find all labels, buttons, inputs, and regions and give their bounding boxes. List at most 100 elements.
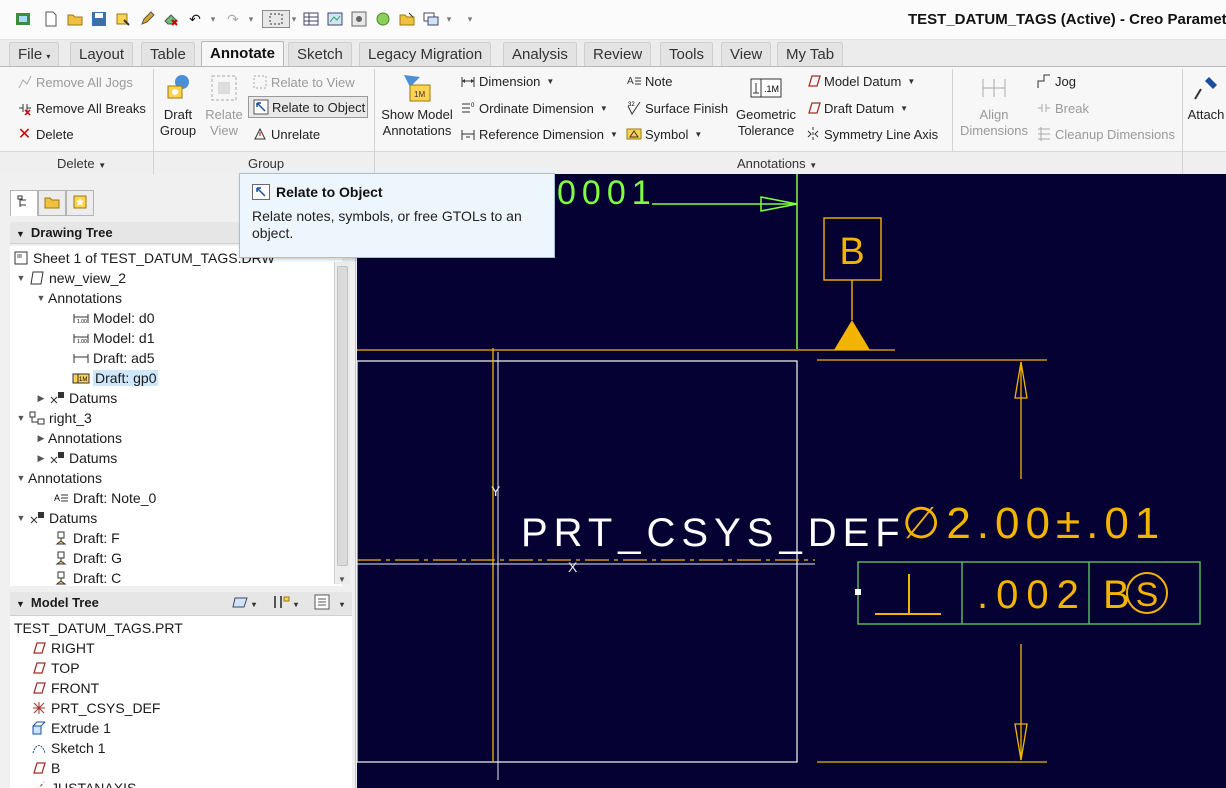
scrollbar-thumb[interactable]: [337, 266, 348, 566]
tree-item-part[interactable]: TEST_DATUM_TAGS.PRT: [14, 618, 183, 638]
tree-item-draft-ad5[interactable]: Draft: ad5: [72, 348, 154, 368]
tree-item-draft-note-0[interactable]: A Draft: Note_0: [52, 488, 156, 508]
tab-legacy-migration[interactable]: Legacy Migration: [359, 42, 492, 66]
tab-annotate[interactable]: Annotate: [201, 41, 284, 67]
app-icon[interactable]: [14, 10, 32, 28]
windows-dropdown-icon[interactable]: ▾: [444, 10, 454, 28]
cleanup-dimensions-button[interactable]: Cleanup Dimensions: [1035, 123, 1175, 145]
favorites-tab[interactable]: [66, 190, 94, 216]
edit-icon[interactable]: [138, 10, 156, 28]
drawing-tree-scrollbar[interactable]: ▼: [334, 262, 350, 584]
undo-icon[interactable]: ↶: [186, 10, 204, 28]
note-button[interactable]: A Note: [625, 70, 673, 92]
tree-item-datums[interactable]: ▼ Datums: [14, 508, 98, 528]
model-datum-button[interactable]: Model Datum ▼: [804, 70, 915, 92]
new-file-icon[interactable]: [42, 10, 60, 28]
tree-item-draft-g[interactable]: Draft: G: [52, 548, 122, 568]
tree-item-datums[interactable]: ▶ Datums: [34, 448, 118, 468]
tree-item-csys[interactable]: PRT_CSYS_DEF: [30, 698, 160, 718]
expand-triangle-icon[interactable]: ▶: [34, 433, 48, 444]
symmetry-line-axis-button[interactable]: Symmetry Line Axis: [804, 123, 938, 145]
tree-item-front-plane[interactable]: FRONT: [30, 678, 99, 698]
tree-item-annotations[interactable]: ▼ Annotations: [14, 468, 102, 488]
undo-dropdown-icon[interactable]: ▾: [208, 10, 218, 28]
relate-view-button[interactable]: Relate View: [202, 71, 246, 139]
delete-group-label[interactable]: Delete ▼: [57, 156, 106, 171]
tree-item-top-plane[interactable]: TOP: [30, 658, 80, 678]
reference-dimension-button[interactable]: Reference Dimension ▼: [459, 123, 618, 145]
tree-item-right-3[interactable]: ▼ right_3: [14, 408, 92, 428]
chevron-down-icon[interactable]: ▼: [694, 130, 702, 139]
selection-box-icon[interactable]: [262, 10, 290, 28]
dimension-button[interactable]: Dimension ▼: [459, 70, 554, 92]
green-ball-icon[interactable]: [374, 10, 392, 28]
break-button[interactable]: Break: [1035, 97, 1089, 119]
attach-button[interactable]: Attach: [1186, 71, 1226, 123]
tree-item-model-d0[interactable]: 1.00 Model: d0: [72, 308, 154, 328]
chevron-down-icon[interactable]: ▼: [600, 104, 608, 113]
tab-layout[interactable]: Layout: [70, 42, 134, 66]
model-tree-header[interactable]: ▼ Model Tree ▾ ▾ ▾: [10, 592, 352, 616]
jog-button[interactable]: Jog: [1035, 70, 1076, 92]
windows-icon[interactable]: [422, 10, 440, 28]
settings-icon[interactable]: [350, 10, 368, 28]
scroll-down-icon[interactable]: ▼: [338, 575, 346, 584]
table-icon[interactable]: [302, 10, 320, 28]
tab-tools[interactable]: Tools: [660, 42, 714, 66]
show-model-annotations-button[interactable]: 1M Show Model Annotations: [380, 71, 454, 139]
show-dropdown-icon[interactable]: ▾: [252, 594, 256, 616]
redo-icon[interactable]: ↷: [224, 10, 242, 28]
remove-all-jogs-button[interactable]: Remove All Jogs: [16, 71, 133, 93]
erase-icon[interactable]: [162, 10, 180, 28]
redo-dropdown-icon[interactable]: ▾: [246, 10, 256, 28]
close-window-icon[interactable]: [398, 10, 416, 28]
draft-datum-button[interactable]: Draft Datum ▼: [804, 97, 908, 119]
tab-analysis[interactable]: Analysis: [503, 42, 577, 66]
unrelate-button[interactable]: Unrelate: [251, 123, 320, 145]
tab-view[interactable]: View: [721, 42, 772, 66]
tree-item-b-plane[interactable]: B: [30, 758, 60, 778]
selection-dropdown-icon[interactable]: ▾: [289, 10, 299, 28]
customize-toolbar-icon[interactable]: ▾: [466, 10, 474, 28]
tree-item-draft-f[interactable]: Draft: F: [52, 528, 120, 548]
tree-item-model-d1[interactable]: 1.00 Model: d1: [72, 328, 154, 348]
relate-to-view-button[interactable]: Relate to View: [251, 71, 355, 93]
regenerate-icon[interactable]: [114, 10, 132, 28]
save-icon[interactable]: [90, 10, 108, 28]
gtol-drag-handle[interactable]: [855, 589, 861, 595]
tab-sketch[interactable]: Sketch: [288, 42, 352, 66]
tree-item-draft-c[interactable]: Draft: C: [52, 568, 121, 586]
relate-to-object-button[interactable]: Relate to Object: [248, 96, 369, 118]
tree-item-datums[interactable]: ▶ Datums: [34, 388, 118, 408]
annotations-group-label[interactable]: Annotations ▼: [737, 156, 817, 171]
model-tree-tab[interactable]: [10, 190, 38, 216]
chevron-down-icon[interactable]: ▼: [900, 104, 908, 113]
tree-item-right-plane[interactable]: RIGHT: [30, 638, 95, 658]
tab-review[interactable]: Review: [584, 42, 652, 66]
expand-triangle-icon[interactable]: ▶: [34, 393, 48, 404]
draft-group-button[interactable]: Draft Group: [158, 71, 198, 139]
expand-triangle-icon[interactable]: ▶: [34, 453, 48, 464]
tree-filters-icon[interactable]: [314, 594, 330, 617]
geometric-tolerance-button[interactable]: .1M Geometric Tolerance: [734, 71, 798, 139]
tree-item-sheet-1[interactable]: Sheet 1 of TEST_DATUM_TAGS.DRW: [12, 248, 275, 268]
surface-finish-button[interactable]: 32 Surface Finish: [625, 97, 728, 119]
remove-all-breaks-button[interactable]: Remove All Breaks: [16, 97, 146, 119]
collapse-triangle-icon[interactable]: ▼: [14, 273, 28, 283]
tree-item-new-view-2[interactable]: ▼ new_view_2: [14, 268, 127, 288]
tree-item-sketch-1[interactable]: Sketch 1: [30, 738, 105, 758]
tree-item-draft-gp0[interactable]: 1M Draft: gp0: [72, 368, 159, 388]
show-icon[interactable]: [232, 594, 250, 617]
repaint-icon[interactable]: [326, 10, 344, 28]
settings-dropdown-icon[interactable]: ▾: [294, 594, 298, 616]
tree-item-annotations[interactable]: ▼ Annotations: [34, 288, 122, 308]
ordinate-dimension-button[interactable]: 0 Ordinate Dimension ▼: [459, 97, 608, 119]
chevron-down-icon[interactable]: ▼: [610, 130, 618, 139]
tree-item-justanaxis[interactable]: JUSTANAXIS: [30, 778, 136, 788]
align-dimensions-button[interactable]: Align Dimensions: [958, 71, 1030, 139]
tree-settings-icon[interactable]: [272, 594, 290, 617]
tree-item-annotations[interactable]: ▶ Annotations: [34, 428, 122, 448]
graphics-canvas[interactable]: 0001 Y X PRT_CSYS_DEF B ∅2.00±.01 .002 B…: [357, 174, 1226, 788]
chevron-down-icon[interactable]: ▼: [907, 77, 915, 86]
symbol-button[interactable]: Symbol ▼: [625, 123, 702, 145]
